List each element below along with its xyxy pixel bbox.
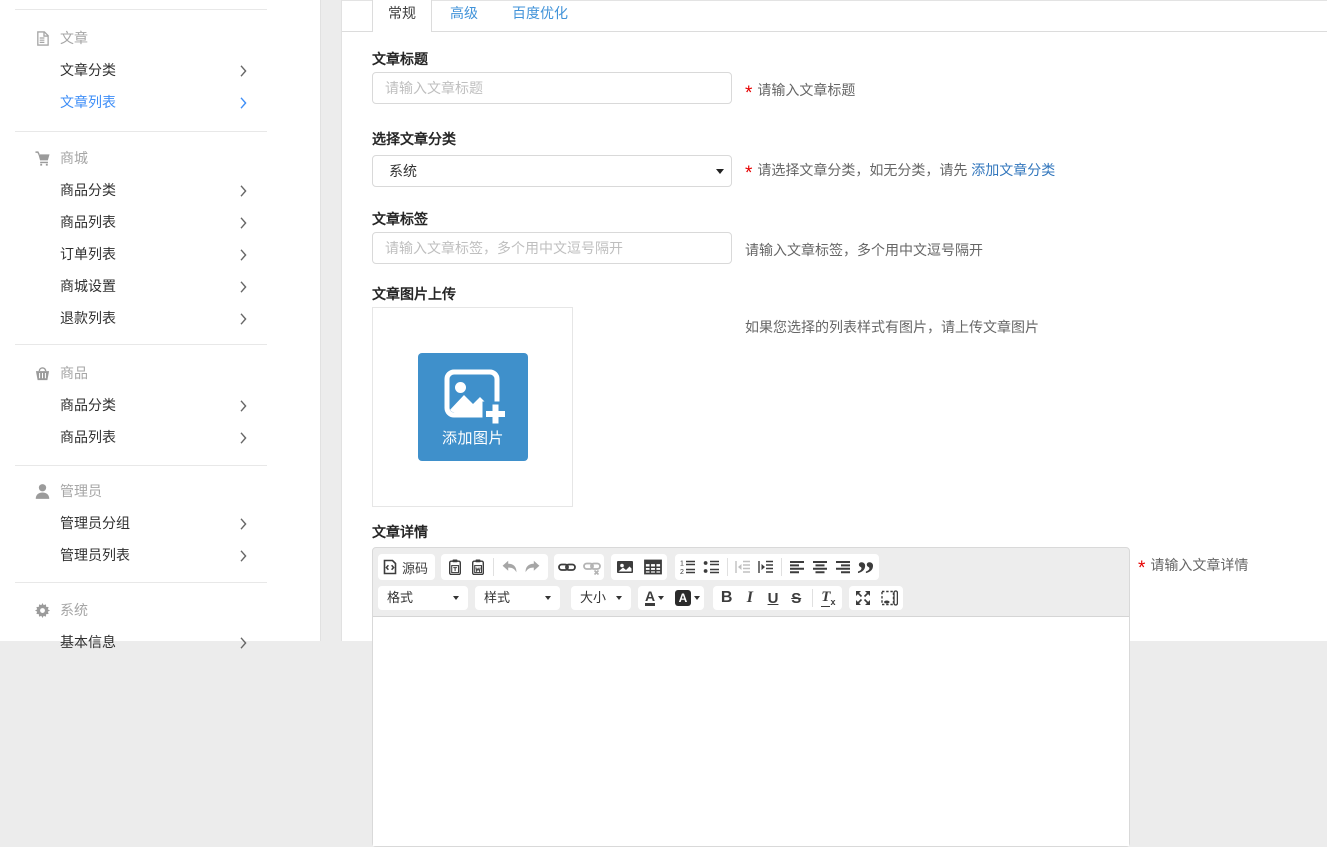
svg-text:2: 2 bbox=[680, 569, 684, 575]
svg-text:1: 1 bbox=[680, 561, 684, 568]
